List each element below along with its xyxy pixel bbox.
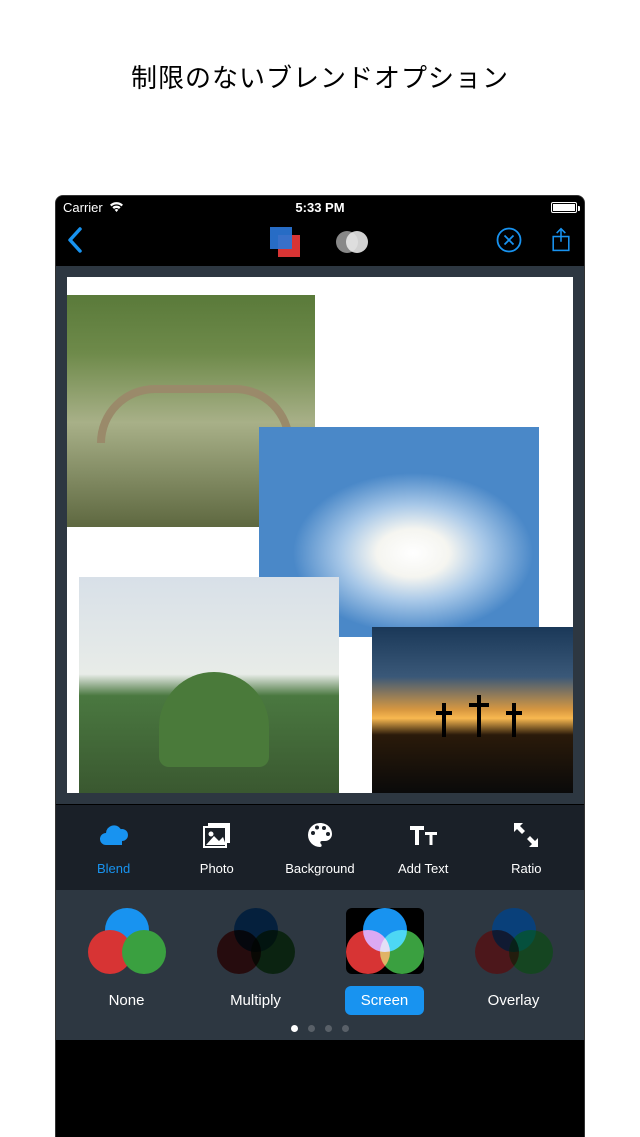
page-title: 制限のないブレンドオプション xyxy=(0,0,640,95)
effect-circles-icon[interactable] xyxy=(336,228,370,256)
page-dot[interactable] xyxy=(291,1025,298,1032)
top-toolbar xyxy=(56,218,584,266)
blend-mode-label: Overlay xyxy=(472,986,556,1015)
palette-icon xyxy=(304,819,336,854)
blend-mode-label: Screen xyxy=(345,986,425,1015)
venn-screen-icon xyxy=(346,908,424,974)
tab-blend[interactable]: Blend xyxy=(71,819,157,876)
pagination-dots xyxy=(56,1015,584,1032)
status-time: 5:33 PM xyxy=(295,200,344,215)
tab-ratio[interactable]: Ratio xyxy=(483,819,569,876)
page-dot[interactable] xyxy=(325,1025,332,1032)
status-bar: Carrier 5:33 PM xyxy=(56,196,584,218)
blend-mode-multiply[interactable]: Multiply xyxy=(196,908,316,1015)
tab-label: Blend xyxy=(97,861,130,876)
blend-mode-label: Multiply xyxy=(214,986,297,1015)
blend-panel: None Multiply Screen Overlay xyxy=(56,890,584,1040)
blend-mode-screen[interactable]: Screen xyxy=(325,908,445,1015)
canvas-image-3[interactable] xyxy=(79,577,339,793)
carrier-label: Carrier xyxy=(63,200,103,215)
blend-mode-overlay[interactable]: Overlay xyxy=(454,908,574,1015)
share-button[interactable] xyxy=(548,227,574,258)
page-dot[interactable] xyxy=(308,1025,315,1032)
tab-label: Background xyxy=(285,861,354,876)
picture-icon xyxy=(201,819,233,854)
tab-background[interactable]: Background xyxy=(277,819,363,876)
blend-logo-icon[interactable] xyxy=(270,227,300,257)
tab-photo[interactable]: Photo xyxy=(174,819,260,876)
venn-multiply-icon xyxy=(217,908,295,974)
back-button[interactable] xyxy=(66,226,84,259)
expand-icon xyxy=(510,819,542,854)
tab-add-text[interactable]: Add Text xyxy=(380,819,466,876)
canvas-area xyxy=(56,266,584,804)
venn-none-icon xyxy=(88,908,166,974)
text-icon xyxy=(407,819,439,854)
device-frame: Carrier 5:33 PM xyxy=(55,195,585,1137)
close-button[interactable] xyxy=(496,227,522,258)
wifi-icon xyxy=(109,201,124,213)
image-canvas[interactable] xyxy=(67,277,573,793)
blend-mode-label: None xyxy=(93,986,161,1015)
venn-overlay-icon xyxy=(475,908,553,974)
canvas-image-4[interactable] xyxy=(372,627,573,793)
tool-tabs: Blend Photo Background Add Text Ratio xyxy=(56,804,584,890)
tab-label: Photo xyxy=(200,861,234,876)
cloud-icon xyxy=(98,819,130,854)
battery-icon xyxy=(551,202,577,213)
page-dot[interactable] xyxy=(342,1025,349,1032)
blend-mode-none[interactable]: None xyxy=(67,908,187,1015)
tab-label: Ratio xyxy=(511,861,541,876)
tab-label: Add Text xyxy=(398,861,448,876)
